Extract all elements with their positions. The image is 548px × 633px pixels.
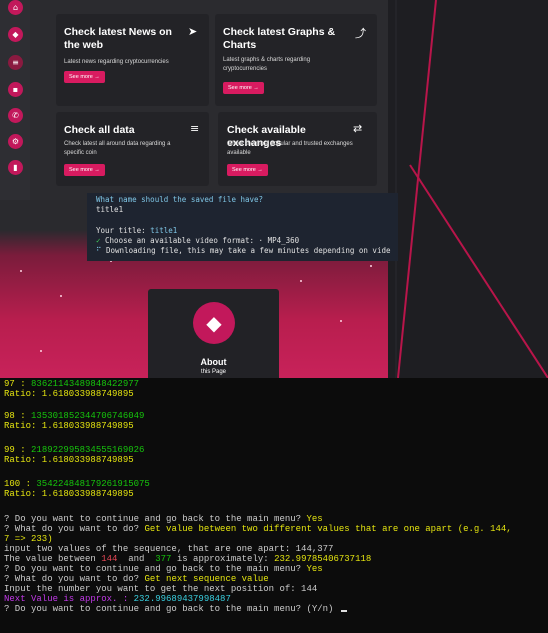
title-line: Your title: title1: [96, 226, 178, 235]
see-more-button[interactable]: See more →: [64, 71, 105, 83]
see-more-button[interactable]: See more →: [223, 82, 264, 94]
card-title: Check latest News on the web: [64, 26, 172, 51]
input-line: title1: [96, 205, 124, 214]
about-card[interactable]: ◆ About this Page: [148, 289, 279, 385]
star: [370, 265, 372, 267]
about-title: About: [200, 357, 227, 367]
list-icon[interactable]: ≡: [8, 55, 23, 70]
data-card: Check all data ≡ Check latest all around…: [56, 112, 209, 186]
terminal-line: Next Value is approx. : 232.996894379984…: [4, 594, 231, 604]
terminal-line: ? Do you want to continue and go back to…: [4, 564, 323, 574]
download-line: ⠋ Downloading file, this may take a few …: [96, 246, 391, 255]
crypto-dashboard: ⌂ ◆ ≡ ▪ ✆ ⚙ ▮ Check latest News on the w…: [0, 0, 388, 200]
paper-plane-icon: ➤: [188, 25, 198, 38]
terminal-line: ? Do you want to continue and go back to…: [4, 514, 323, 524]
terminal-line: 7 => 233): [4, 534, 53, 544]
card-desc: Latest graphs & charts regarding cryptoc…: [223, 57, 311, 72]
terminal-line: ? What do you want to do? Get value betw…: [4, 524, 512, 534]
card-desc: Latest news regarding cryptocurrencies: [64, 59, 169, 65]
text-cursor: [340, 610, 347, 612]
terminal-line: The value between 144 and 377 is approxi…: [4, 554, 372, 564]
chat-icon[interactable]: ▪: [8, 82, 23, 97]
sidebar: ⌂ ◆ ≡ ▪ ✆ ⚙ ▮: [0, 0, 30, 200]
decorative-lines: [395, 0, 548, 378]
see-more-button[interactable]: See more →: [227, 164, 268, 176]
star: [40, 350, 42, 352]
news-card: Check latest News on the web ➤ Latest ne…: [56, 14, 209, 106]
terminal-line: Ratio: 1.618033988749895: [4, 421, 134, 431]
star: [60, 295, 62, 297]
document-icon[interactable]: ▮: [8, 160, 23, 175]
card-title: Check all data: [64, 124, 135, 136]
graphs-card: Check latest Graphs & Charts ⤴ Latest gr…: [215, 14, 377, 106]
star: [300, 280, 302, 282]
background-panel: [388, 0, 548, 378]
chart-icon: ⤴: [355, 27, 366, 40]
terminal-prompt-line[interactable]: ? Do you want to continue and go back to…: [4, 604, 347, 614]
terminal-line: input two values of the sequence, that a…: [4, 544, 334, 554]
terminal-line: Ratio: 1.618033988749895: [4, 489, 134, 499]
check-icon: ✓: [96, 236, 101, 245]
terminal-line: 99 : 218922995834555169026: [4, 445, 145, 455]
database-icon: ≡: [190, 122, 200, 135]
terminal-line: 98 : 135301852344706746049: [4, 411, 145, 421]
about-subtitle: this Page: [200, 369, 227, 375]
star: [340, 320, 342, 322]
format-line: ✓ Choose an available video format: · MP…: [96, 236, 300, 245]
terminal-line: Ratio: 1.618033988749895: [4, 455, 134, 465]
card-desc: Check latest all around data regarding a…: [64, 141, 171, 156]
phone-icon[interactable]: ✆: [8, 108, 23, 123]
ethereum-icon: ◆: [193, 302, 235, 344]
card-title: Check latest Graphs & Charts: [223, 26, 336, 51]
prompt-line: What name should the saved file have?: [96, 195, 264, 204]
star: [20, 270, 22, 272]
terminal-line: 100 : 354224848179261915075: [4, 479, 150, 489]
home-icon[interactable]: ⌂: [8, 0, 23, 15]
terminal-line: 97 : 83621143489848422977: [4, 379, 140, 389]
see-more-button[interactable]: See more →: [64, 164, 105, 176]
terminal-line: Ratio: 1.618033988749895: [4, 389, 134, 399]
terminal-line: Input the number you want to get the nex…: [4, 584, 318, 594]
terminal-window[interactable]: 97 : 83621143489848422977 Ratio: 1.61803…: [0, 378, 548, 633]
card-desc: Check the most popular and trusted excha…: [227, 141, 353, 156]
vscode-terminal-popup: What name should the saved file have? ti…: [87, 193, 398, 261]
gear-icon[interactable]: ⚙: [8, 134, 23, 149]
exchanges-card: Check available exchanges ⇄ Check the mo…: [218, 112, 377, 186]
terminal-line: ? What do you want to do? Get next seque…: [4, 574, 269, 584]
exchange-icon: ⇄: [353, 122, 363, 135]
ethereum-icon[interactable]: ◆: [8, 27, 23, 42]
